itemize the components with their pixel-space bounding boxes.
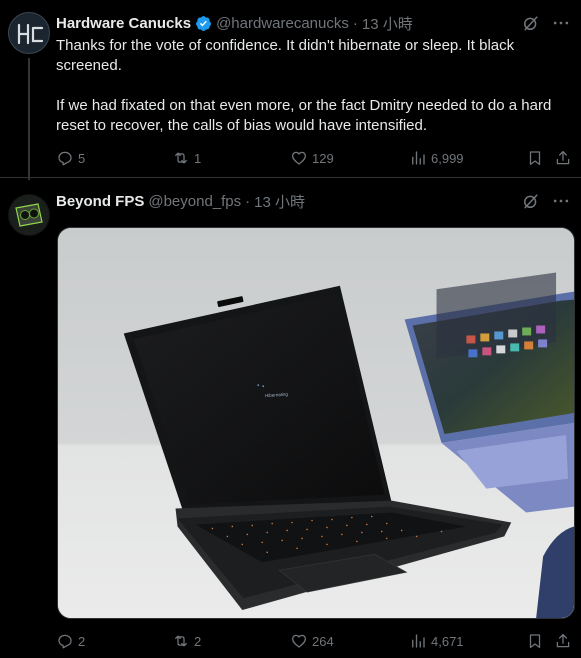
author-handle[interactable]: @hardwarecanucks [216, 15, 349, 32]
share-button[interactable] [554, 147, 572, 169]
reply-icon [58, 151, 72, 166]
bookmark-icon [529, 151, 541, 166]
author-name[interactable]: Hardware Canucks [56, 15, 191, 32]
view-count: 4,671 [431, 633, 464, 649]
thread-line [28, 58, 30, 180]
reply-button[interactable]: 5 [56, 147, 85, 169]
more-icon[interactable] [551, 13, 571, 33]
like-icon [291, 634, 307, 648]
like-button[interactable]: 129 [290, 147, 334, 169]
separator-dot: · [352, 14, 358, 32]
retweet-count: 2 [194, 633, 202, 649]
bookmark-button[interactable] [526, 147, 544, 169]
tweet-actions: 2 2 264 4,671 [56, 630, 574, 652]
timestamp[interactable]: 13 小時 [362, 13, 413, 34]
bookmark-button[interactable] [526, 630, 544, 652]
reply-count: 5 [78, 150, 86, 166]
tweet-header: Hardware Canucks @hardwarecanucks · 13 小… [56, 13, 413, 33]
grok-icon[interactable] [521, 13, 541, 33]
retweet-count: 1 [194, 150, 202, 166]
author-handle[interactable]: @beyond_fps [148, 193, 241, 210]
retweet-icon [175, 152, 187, 164]
view-count: 6,999 [431, 150, 464, 166]
share-button[interactable] [554, 630, 572, 652]
tweet-text-paragraph-2: If we had fixated on that even more, or … [56, 97, 552, 134]
like-icon [291, 151, 307, 165]
avatar[interactable] [8, 12, 50, 54]
author-name[interactable]: Beyond FPS [56, 193, 144, 210]
tweet-hardware-canucks[interactable]: Hardware Canucks @hardwarecanucks · 13 小… [0, 0, 581, 180]
like-count: 129 [312, 150, 334, 166]
retweet-icon [175, 635, 187, 647]
more-icon[interactable] [551, 191, 571, 211]
hardware-canucks-logo-icon [17, 23, 44, 45]
beyond-fps-logo-icon [9, 195, 49, 235]
views-button[interactable]: 6,999 [409, 147, 464, 169]
separator-dot: · [245, 192, 251, 210]
avatar[interactable] [8, 194, 50, 236]
retweet-button[interactable]: 2 [172, 630, 201, 652]
share-icon [556, 633, 570, 648]
tweet-media-image[interactable]: Hibernating [57, 227, 575, 619]
like-button[interactable]: 264 [290, 630, 334, 652]
tweet-header: Beyond FPS @beyond_fps · 13 小時 [56, 191, 305, 211]
reply-icon [58, 634, 72, 649]
laptops-photo: Hibernating [58, 228, 574, 618]
share-icon [556, 150, 570, 165]
views-icon [412, 151, 425, 165]
reply-count: 2 [78, 633, 86, 649]
views-icon [412, 634, 425, 648]
tweet-actions: 5 1 129 6,999 [56, 147, 574, 169]
retweet-button[interactable]: 1 [172, 147, 201, 169]
views-button[interactable]: 4,671 [409, 630, 464, 652]
reply-button[interactable]: 2 [56, 630, 85, 652]
bookmark-icon [529, 634, 541, 649]
verified-badge-icon [196, 15, 211, 31]
like-count: 264 [312, 633, 334, 649]
tweet-text: Thanks for the vote of confidence. It di… [56, 36, 570, 136]
tweet-text-paragraph-1: Thanks for the vote of confidence. It di… [56, 37, 515, 74]
grok-icon[interactable] [521, 191, 541, 211]
timestamp[interactable]: 13 小時 [254, 191, 305, 212]
